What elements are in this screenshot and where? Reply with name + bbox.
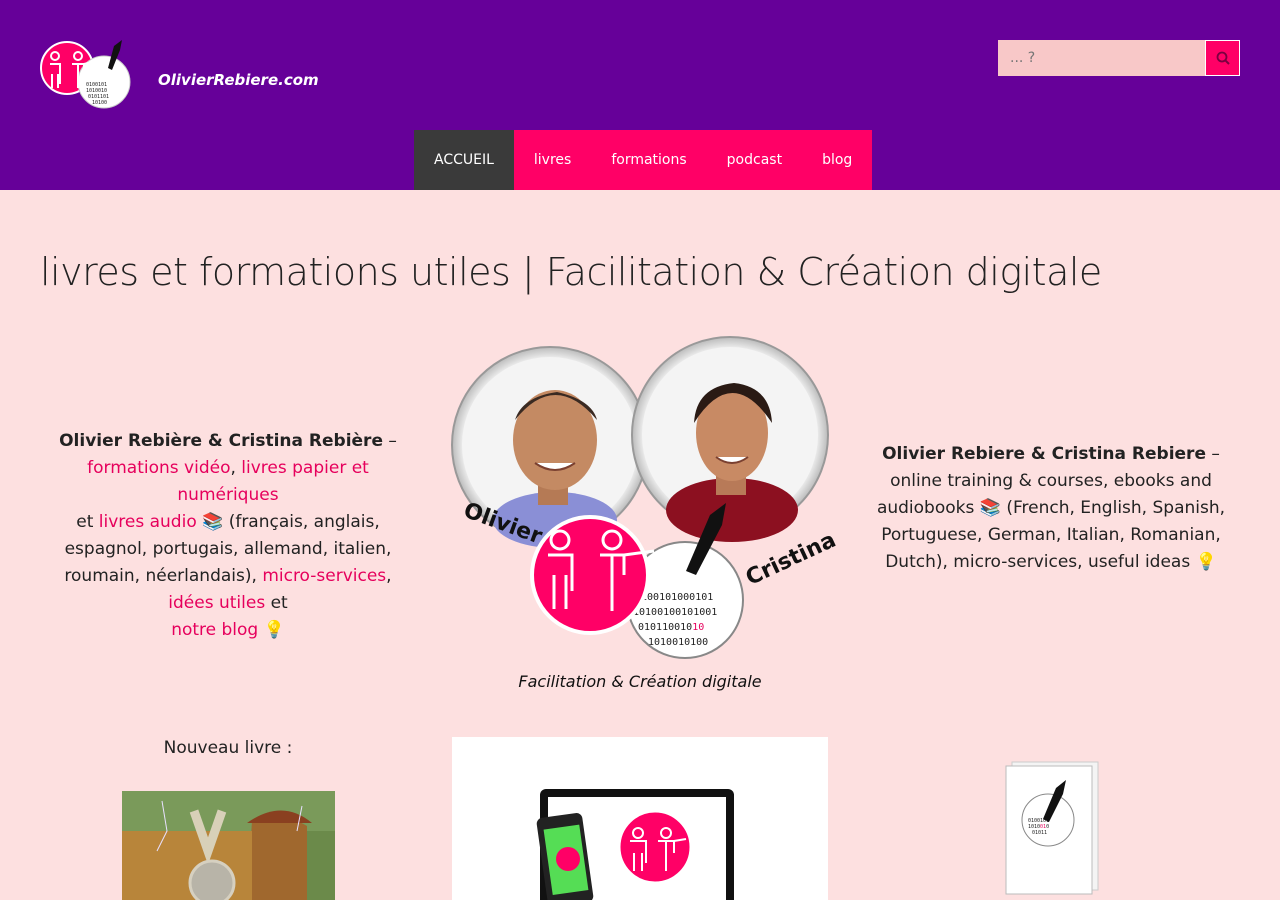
new-book-cover[interactable] <box>122 791 335 900</box>
books-icon: 📚 <box>979 498 1001 518</box>
svg-text:10100100101001: 10100100101001 <box>633 607 717 618</box>
link-idees-utiles[interactable]: idées utiles <box>168 593 265 613</box>
new-book-label: Nouveau livre : <box>163 738 293 758</box>
text-et: et <box>76 512 99 532</box>
authors-names: Olivier Rebière & Cristina Rebière <box>59 431 383 451</box>
search-icon <box>1216 51 1230 65</box>
search-button[interactable] <box>1205 40 1240 76</box>
nav-item-livres[interactable]: livres <box>513 130 592 190</box>
nav-item-formations[interactable]: formations <box>591 130 707 190</box>
separator: , <box>386 566 392 586</box>
hero-portraits-logo: Olivier Cristina 0100101000101 101001001… <box>451 336 840 691</box>
svg-text:1010010100: 1010010100 <box>648 637 708 648</box>
lightbulb-icon: 💡 <box>1195 552 1217 572</box>
site-title[interactable]: OlivierRebiere.com <box>158 71 319 89</box>
authors-names: Olivier Rebiere & Cristina Rebiere <box>882 444 1206 464</box>
brand-emblem: 0100101000101 10100100101001 01011001010… <box>530 503 744 659</box>
lightbulb-icon: 💡 <box>263 620 285 640</box>
intro-text-en: Olivier Rebiere & Cristina Rebiere – onl… <box>862 441 1240 576</box>
books-icon: 📚 <box>202 512 224 532</box>
ebook-cover[interactable]: 0100101101001001011 <box>1002 758 1106 900</box>
devices-promo-image[interactable] <box>452 737 828 900</box>
link-livres-audio[interactable]: livres audio <box>99 512 197 532</box>
search-form <box>998 40 1240 76</box>
devices-illustration <box>536 789 734 900</box>
nav-item-podcast[interactable]: podcast <box>706 130 803 190</box>
text-et: et <box>265 593 288 613</box>
cristina-portrait <box>631 336 829 542</box>
link-formations-video[interactable]: formations vidéo <box>87 458 230 478</box>
site-header: 0100101 1010010 0101101 10100 OlivierRebier… <box>0 0 1280 190</box>
page-title: livres et formations utiles | Facilitati… <box>40 250 1102 294</box>
svg-text:01011001010: 01011001010 <box>638 622 704 633</box>
intro-text-fr: Olivier Rebière & Cristina Rebière – for… <box>40 428 416 644</box>
link-micro-services[interactable]: micro-services <box>262 566 386 586</box>
main-nav: ACCUEIL livres formations podcast blog <box>414 130 873 190</box>
hero-tagline: Facilitation & Création digitale <box>518 672 761 691</box>
link-notre-blog[interactable]: notre blog <box>171 620 258 640</box>
dash: – <box>382 431 397 451</box>
site-logo[interactable]: 01001011010010010110110100 <box>40 40 132 112</box>
search-input[interactable] <box>998 40 1205 76</box>
separator: , <box>230 458 242 478</box>
nav-item-blog[interactable]: blog <box>802 130 873 190</box>
svg-text:01011: 01011 <box>1032 830 1047 836</box>
svg-text:10100: 10100 <box>92 100 107 106</box>
nav-item-accueil[interactable]: ACCUEIL <box>414 130 514 190</box>
